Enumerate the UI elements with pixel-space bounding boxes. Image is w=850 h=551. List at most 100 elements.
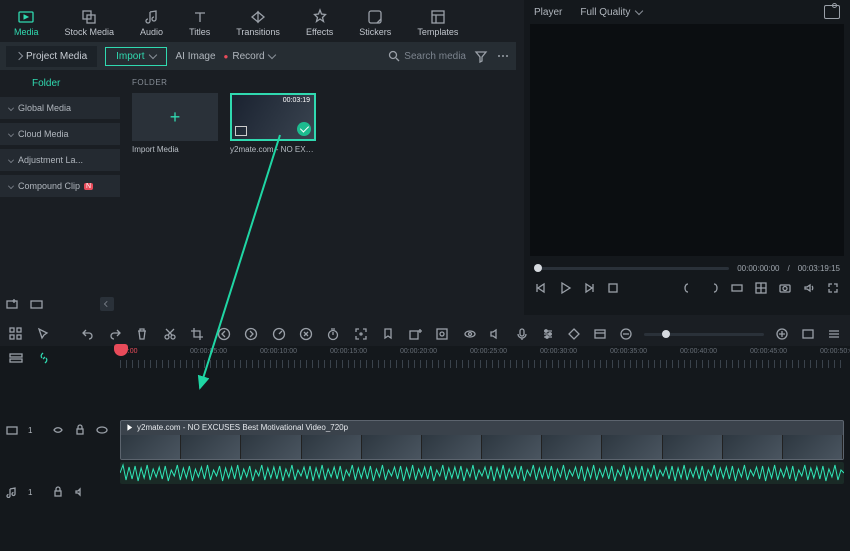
stop-button[interactable] [606, 281, 620, 295]
volume-icon[interactable] [802, 281, 816, 295]
speed-icon[interactable] [271, 326, 286, 342]
zoom-fit-icon[interactable] [800, 326, 816, 342]
timeline-clip[interactable]: y2mate.com - NO EXCUSES Best Motivationa… [120, 420, 844, 460]
track-mute-icon[interactable] [74, 486, 86, 498]
player-panel: Player Full Quality 00:00:00:00 / 00:03:… [524, 0, 850, 315]
import-media-label: Import Media [132, 145, 218, 154]
mark-out-icon[interactable] [706, 281, 720, 295]
next-button[interactable] [582, 281, 596, 295]
track-layout-icon[interactable] [8, 350, 24, 366]
render-icon[interactable] [592, 326, 608, 342]
undo-icon[interactable] [80, 326, 95, 342]
keyframe-icon[interactable] [566, 326, 582, 342]
track-mute-icon[interactable] [96, 424, 108, 436]
mark-in-icon[interactable] [682, 281, 696, 295]
video-track-icon [6, 424, 18, 436]
chevron-right-icon [8, 131, 14, 137]
link-icon[interactable] [36, 350, 52, 366]
search-media[interactable]: Search media [388, 50, 466, 62]
filter-icon[interactable] [474, 49, 488, 63]
zoom-knob[interactable] [662, 330, 670, 338]
nav-transitions[interactable]: Transitions [236, 8, 280, 37]
titles-icon [191, 8, 209, 26]
cut-icon[interactable] [162, 326, 177, 342]
snapshot-icon[interactable] [824, 5, 840, 19]
track-lock-icon[interactable] [52, 486, 64, 498]
marker-icon[interactable] [380, 326, 395, 342]
nav-stickers[interactable]: Stickers [359, 8, 391, 37]
nav-templates[interactable]: Templates [417, 8, 458, 37]
nav-stock-media[interactable]: Stock Media [65, 8, 115, 37]
grid-icon[interactable] [754, 281, 768, 295]
ruler-time: 00:00:30:00 [540, 348, 577, 355]
sidebar-item-cloud[interactable]: Cloud Media [0, 123, 120, 145]
adjust-icon[interactable] [540, 326, 556, 342]
add-icon[interactable] [407, 326, 422, 342]
sidebar: Folder Global Media Cloud Media Adjustme… [0, 70, 120, 315]
tool-grid-icon[interactable] [8, 326, 23, 342]
timeline-tracks: 1 y2mate.com - NO EXCUSES Best Motivatio… [0, 370, 850, 551]
prev-button[interactable] [534, 281, 548, 295]
collapse-sidebar-icon[interactable] [100, 297, 114, 311]
player-viewport[interactable] [530, 24, 844, 256]
record-button[interactable]: ●Record [224, 51, 275, 62]
clip-duration: 00:03:19 [283, 97, 310, 104]
check-icon [297, 122, 311, 136]
chevron-down-icon [635, 7, 643, 15]
ai-image-button[interactable]: AI Image [175, 51, 215, 62]
focus-icon[interactable] [353, 326, 368, 342]
section-folder-label: FOLDER [132, 78, 504, 87]
nav-label: Effects [306, 27, 333, 37]
crop-icon[interactable] [189, 326, 204, 342]
nav-audio[interactable]: Audio [140, 8, 163, 37]
speed2-icon[interactable] [298, 326, 313, 342]
search-icon [388, 50, 400, 62]
timer-icon[interactable] [326, 326, 341, 342]
player-progress: 00:00:00:00 / 00:03:19:15 [534, 264, 840, 273]
sidebar-folder-head[interactable]: Folder [0, 70, 120, 97]
eye-icon[interactable] [462, 326, 478, 342]
progress-bar[interactable] [534, 267, 729, 270]
nav-media[interactable]: Media [14, 8, 39, 37]
sidebar-item-global[interactable]: Global Media [0, 97, 120, 119]
zoom-slider[interactable] [644, 333, 764, 336]
sidebar-item-compound[interactable]: Compound ClipN [0, 175, 120, 197]
effects-icon[interactable] [435, 326, 450, 342]
settings-icon[interactable] [826, 326, 842, 342]
ruler-time: 00:00:50:00 [820, 348, 850, 355]
media-clip-tile[interactable]: 00:03:19 y2mate.com - NO EXC... [230, 93, 316, 154]
folder-icon[interactable] [30, 297, 44, 311]
quality-dropdown[interactable]: Full Quality [580, 7, 642, 18]
tool-select-icon[interactable] [35, 326, 50, 342]
ratio-icon[interactable] [730, 281, 744, 295]
audio-track-row: 1 [0, 482, 850, 506]
new-folder-icon[interactable] [6, 297, 20, 311]
more-icon[interactable] [496, 49, 510, 63]
audio-waveform[interactable] [120, 462, 844, 484]
sound-icon[interactable] [488, 326, 504, 342]
camera-icon[interactable] [778, 281, 792, 295]
project-media-button[interactable]: Project Media [6, 46, 97, 67]
nav-effects[interactable]: Effects [306, 8, 333, 37]
video-track-number: 1 [28, 426, 42, 435]
mic-icon[interactable] [514, 326, 530, 342]
nav-titles[interactable]: Titles [189, 8, 210, 37]
redo-icon[interactable] [108, 326, 123, 342]
track-visibility-icon[interactable] [52, 424, 64, 436]
import-button[interactable]: Import [105, 47, 167, 66]
audio-track-icon [6, 486, 18, 498]
next-icon[interactable] [244, 326, 259, 342]
media-panel: FOLDER + Import Media 00:03:19 y2mate.co… [120, 70, 516, 315]
fullscreen-icon[interactable] [826, 281, 840, 295]
previous-icon[interactable] [217, 326, 232, 342]
zoom-out-icon[interactable] [618, 326, 634, 342]
sidebar-item-adjustment[interactable]: Adjustment La... [0, 149, 120, 171]
delete-icon[interactable] [135, 326, 150, 342]
chevron-right-icon [8, 157, 14, 163]
progress-knob[interactable] [534, 264, 542, 272]
ruler-time: 00:00:35:00 [610, 348, 647, 355]
play-button[interactable] [558, 281, 572, 295]
track-lock-icon[interactable] [74, 424, 86, 436]
import-media-tile[interactable]: + Import Media [132, 93, 218, 154]
zoom-in-icon[interactable] [774, 326, 790, 342]
